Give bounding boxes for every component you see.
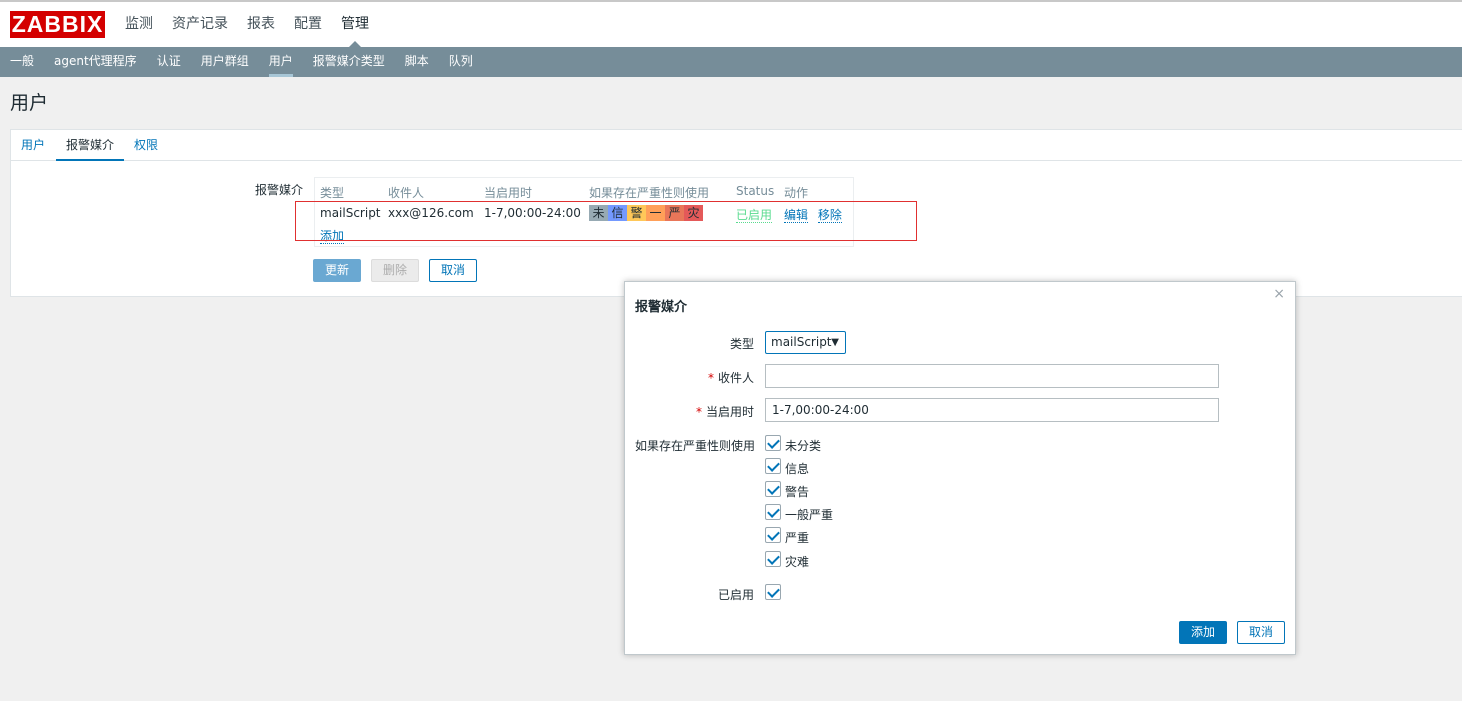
dialog-cancel-button[interactable]: 取消 [1237,621,1285,644]
required-mark: * [707,371,714,385]
severity-badge-information: 信 [608,205,627,221]
when-active-input[interactable] [765,398,1219,422]
severity-checkbox-information[interactable] [765,458,781,474]
severity-option-information: 信息 [785,462,810,476]
submenu-queue[interactable]: 队列 [449,47,473,77]
submenu-users[interactable]: 用户 [268,47,293,77]
severity-checkbox-not-classified[interactable] [765,435,781,451]
severity-option-high: 严重 [785,531,810,545]
add-media-cell: 添加 [320,227,345,244]
user-form-panel: 用户 报警媒介 权限 报警媒介 类型 收件人 当启用时 如果存在严重性则使用 S… [10,129,1462,297]
media-table: 类型 收件人 当启用时 如果存在严重性则使用 Status 动作 mailScr… [314,177,854,247]
edit-link[interactable]: 编辑 [784,208,809,223]
update-button[interactable]: 更新 [313,259,361,282]
severity-option-disaster: 灾难 [785,555,810,569]
severity-badge-warning: 警 [627,205,646,221]
media-when-active-cell: 1-7,00:00-24:00 [484,206,581,220]
when-active-label: * 当启用时 [695,405,754,419]
menu-monitoring[interactable]: 监测 [125,2,153,47]
submenu-media-types[interactable]: 报警媒介类型 [313,47,385,77]
severity-option-warning: 警告 [785,485,810,499]
tab-user[interactable]: 用户 [21,130,45,161]
type-select-value: mailScript [771,335,832,349]
recipient-label: * 收件人 [707,371,754,385]
severity-checkbox-disaster[interactable] [765,551,781,567]
tab-permissions[interactable]: 权限 [134,130,158,161]
status-enabled-link[interactable]: 已启用 [736,208,773,223]
submenu-proxies[interactable]: agent代理程序 [54,47,137,77]
media-dialog: 报警媒介 × 类型 mailScript ▼ *收件人 *当启用时 如果存在严重… [624,281,1296,655]
required-mark: * [695,405,702,419]
type-label: 类型 [729,337,754,351]
menu-configuration[interactable]: 配置 [294,2,322,47]
top-navigation: ZABBIX 监测 资产记录 报表 配置 管理 [0,2,1462,47]
delete-button[interactable]: 删除 [371,259,419,282]
media-status-cell: 已启用 [736,206,773,223]
severity-badges: 未 信 警 一 严 灾 [589,205,703,221]
zabbix-logo[interactable]: ZABBIX [10,11,105,38]
severity-option-not-classified: 未分类 [785,439,822,453]
severity-badge-high: 严 [665,205,684,221]
column-header-recipient: 收件人 [388,186,425,200]
chevron-down-icon: ▼ [831,337,839,348]
severity-checkbox-high[interactable] [765,527,781,543]
tab-bar: 用户 报警媒介 权限 [11,130,1462,161]
severity-label: 如果存在严重性则使用 [634,439,755,453]
enabled-checkbox[interactable] [765,584,781,600]
dialog-add-button[interactable]: 添加 [1179,621,1227,644]
enabled-label: 已启用 [717,588,754,602]
add-media-link[interactable]: 添加 [320,229,345,244]
recipient-input[interactable] [765,364,1219,388]
media-recipient-cell: xxx@126.com [388,206,474,220]
cancel-button[interactable]: 取消 [429,259,477,282]
menu-reports[interactable]: 报表 [247,2,275,47]
close-icon[interactable]: × [1273,286,1285,302]
type-select[interactable]: mailScript ▼ [765,331,846,354]
severity-checkbox-average[interactable] [765,504,781,520]
page-title: 用户 [10,92,49,114]
media-section-label: 报警媒介 [255,183,304,197]
severity-badge-average: 一 [646,205,665,221]
sub-navigation: 一般 agent代理程序 认证 用户群组 用户 报警媒介类型 脚本 队列 [0,47,1462,77]
media-type-cell: mailScript [320,206,381,220]
column-header-type: 类型 [320,186,345,200]
remove-link[interactable]: 移除 [817,208,842,223]
menu-administration[interactable]: 管理 [341,2,369,47]
tab-media[interactable]: 报警媒介 [56,130,125,161]
submenu-general[interactable]: 一般 [10,47,34,77]
main-menu: 监测 资产记录 报表 配置 管理 [125,2,388,47]
submenu-scripts[interactable]: 脚本 [405,47,429,77]
severity-checkbox-warning[interactable] [765,481,781,497]
submenu-authentication[interactable]: 认证 [157,47,181,77]
dialog-title: 报警媒介 [635,300,688,315]
severity-option-average: 一般严重 [785,508,834,522]
severity-badge-disaster: 灾 [684,205,703,221]
column-header-when-active: 当启用时 [484,186,533,200]
column-header-status: Status [736,184,775,198]
column-header-severity: 如果存在严重性则使用 [589,186,710,200]
submenu-user-groups[interactable]: 用户群组 [201,47,249,77]
media-action-cell: 编辑 移除 [784,206,842,223]
severity-badge-not-classified: 未 [589,205,608,221]
menu-inventory[interactable]: 资产记录 [172,2,228,47]
column-header-action: 动作 [784,186,809,200]
